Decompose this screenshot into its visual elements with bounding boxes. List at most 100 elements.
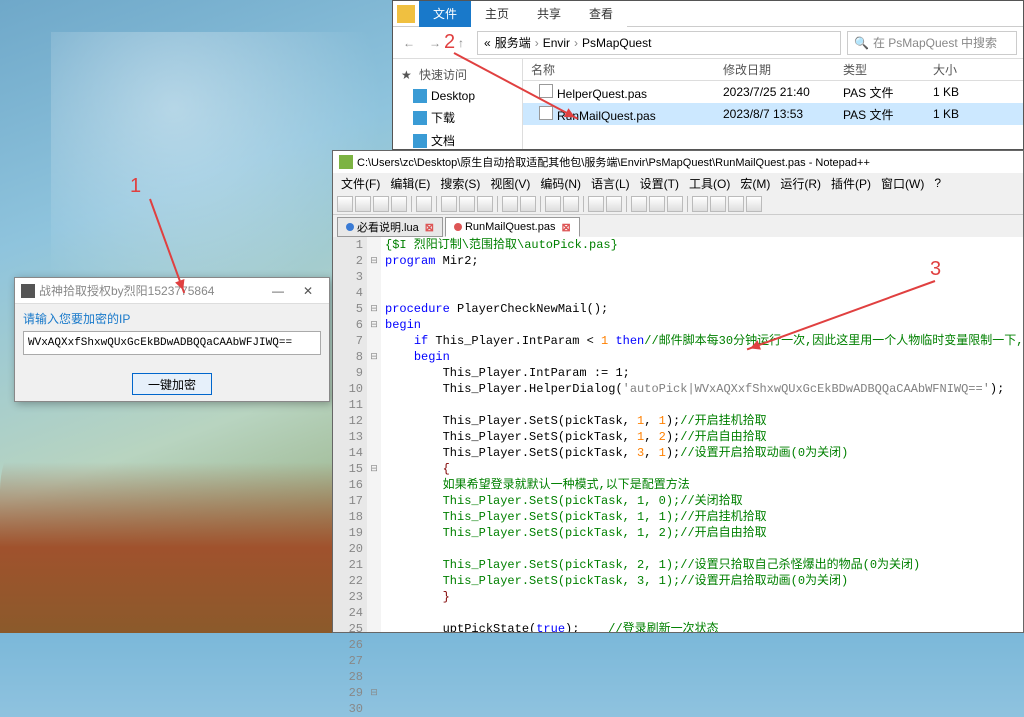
menu-file[interactable]: 文件(F) <box>337 175 384 192</box>
stop-icon[interactable] <box>728 196 744 212</box>
list-item[interactable]: RunMailQuest.pas 2023/8/7 13:53 PAS 文件 1… <box>523 103 1023 125</box>
ip-label: 请输入您要加密的IP <box>23 310 321 327</box>
sidebar-downloads[interactable]: 下载 <box>393 106 522 129</box>
annotation-3: 3 <box>930 258 941 281</box>
cut-icon[interactable] <box>441 196 457 212</box>
file-list: 名称 修改日期 类型 大小 HelperQuest.pas 2023/7/25 … <box>523 59 1023 149</box>
tab-runmailquest[interactable]: RunMailQuest.pas⊠ <box>445 217 580 237</box>
menu-encoding[interactable]: 编码(N) <box>536 175 585 192</box>
record-icon[interactable] <box>692 196 708 212</box>
open-icon[interactable] <box>355 196 371 212</box>
file-explorer-window: 文件 主页 共享 查看 ← → ↑ « 服务端 › Envir › PsMapQ… <box>392 0 1024 150</box>
bc-envir[interactable]: Envir <box>543 36 570 50</box>
list-item[interactable]: HelperQuest.pas 2023/7/25 21:40 PAS 文件 1… <box>523 81 1023 103</box>
menu-run[interactable]: 运行(R) <box>776 175 825 192</box>
menu-tools[interactable]: 工具(O) <box>685 175 734 192</box>
menu-settings[interactable]: 设置(T) <box>636 175 683 192</box>
sidebar-desktop[interactable]: Desktop <box>393 86 522 106</box>
col-size[interactable]: 大小 <box>933 61 1003 78</box>
indent-icon[interactable] <box>667 196 683 212</box>
close-button[interactable]: ✕ <box>293 284 323 298</box>
code-content[interactable]: {$I 烈阳订制\范围拾取\autoPick.pas}program Mir2;… <box>381 237 1023 632</box>
replace-icon[interactable] <box>563 196 579 212</box>
editor-tabs: 必看说明.lua⊠ RunMailQuest.pas⊠ <box>333 215 1023 237</box>
menu-edit[interactable]: 编辑(E) <box>386 175 434 192</box>
copy-icon[interactable] <box>459 196 475 212</box>
search-input[interactable]: 🔍 在 PsMapQuest 中搜索 <box>847 31 1017 55</box>
close-icon[interactable]: ⊠ <box>425 221 434 234</box>
col-date[interactable]: 修改日期 <box>723 61 843 78</box>
star-icon: ★ <box>401 68 415 82</box>
notepadpp-window: C:\Users\zc\Desktop\原生自动拾取适配其他包\服务端\Envi… <box>332 150 1024 633</box>
search-placeholder: 在 PsMapQuest 中搜索 <box>873 34 997 51</box>
ribbon-tabs: 文件 主页 共享 查看 <box>393 1 1023 27</box>
tab-home[interactable]: 主页 <box>471 1 523 27</box>
menu-view[interactable]: 视图(V) <box>486 175 534 192</box>
breadcrumb[interactable]: « 服务端 › Envir › PsMapQuest <box>477 31 841 55</box>
window-title: 战神拾取授权by烈阳1523775864 <box>39 282 263 299</box>
menu-help[interactable]: ? <box>930 176 945 190</box>
app-icon <box>21 284 35 298</box>
menu-macro[interactable]: 宏(M) <box>736 175 774 192</box>
document-icon <box>413 134 427 148</box>
line-numbers: 1234567891011121314151617181920212223242… <box>333 237 367 632</box>
toolbar <box>333 193 1023 215</box>
wordwrap-icon[interactable] <box>631 196 647 212</box>
tab-share[interactable]: 共享 <box>523 1 575 27</box>
annotation-2: 2 <box>444 31 455 54</box>
undo-icon[interactable] <box>502 196 518 212</box>
file-icon <box>539 84 553 98</box>
search-icon: 🔍 <box>854 36 869 50</box>
tab-lua[interactable]: 必看说明.lua⊠ <box>337 217 443 237</box>
playmulti-icon[interactable] <box>746 196 762 212</box>
new-icon[interactable] <box>337 196 353 212</box>
tab-file[interactable]: 文件 <box>419 1 471 27</box>
window-title: C:\Users\zc\Desktop\原生自动拾取适配其他包\服务端\Envi… <box>357 154 870 170</box>
menu-language[interactable]: 语言(L) <box>587 175 634 192</box>
bc-root[interactable]: 服务端 <box>495 34 531 51</box>
bc-psmapquest[interactable]: PsMapQuest <box>582 36 651 50</box>
allchars-icon[interactable] <box>649 196 665 212</box>
sidebar-documents[interactable]: 文档 <box>393 129 522 152</box>
bc-double-left-icon: « <box>484 36 491 50</box>
tab-view[interactable]: 查看 <box>575 1 627 27</box>
ip-input[interactable] <box>23 331 321 355</box>
code-editor[interactable]: 1234567891011121314151617181920212223242… <box>333 237 1023 632</box>
save-icon[interactable] <box>373 196 389 212</box>
notepadpp-icon <box>339 155 353 169</box>
encrypt-dialog: 战神拾取授权by烈阳1523775864 — ✕ 请输入您要加密的IP 一键加密 <box>14 277 330 402</box>
nav-pane: ★快速访问 Desktop 下载 文档 <box>393 59 523 149</box>
tab-status-icon <box>454 223 462 231</box>
print-icon[interactable] <box>416 196 432 212</box>
column-headers: 名称 修改日期 类型 大小 <box>523 59 1023 81</box>
find-icon[interactable] <box>545 196 561 212</box>
folder-icon <box>397 5 415 23</box>
address-bar-row: ← → ↑ « 服务端 › Envir › PsMapQuest 🔍 在 PsM… <box>393 27 1023 59</box>
titlebar: C:\Users\zc\Desktop\原生自动拾取适配其他包\服务端\Envi… <box>333 151 1023 173</box>
menu-plugins[interactable]: 插件(P) <box>827 175 875 192</box>
download-icon <box>413 111 427 125</box>
close-icon[interactable]: ⊠ <box>561 221 570 234</box>
zoom-out-icon[interactable] <box>606 196 622 212</box>
col-type[interactable]: 类型 <box>843 61 933 78</box>
menu-bar: 文件(F) 编辑(E) 搜索(S) 视图(V) 编码(N) 语言(L) 设置(T… <box>333 173 1023 193</box>
sidebar-quick-access[interactable]: ★快速访问 <box>393 63 522 86</box>
desktop-icon <box>413 89 427 103</box>
nav-forward-icon[interactable]: → <box>425 33 445 53</box>
menu-search[interactable]: 搜索(S) <box>436 175 484 192</box>
chevron-right-icon: › <box>535 36 539 50</box>
tab-status-icon <box>346 223 354 231</box>
play-icon[interactable] <box>710 196 726 212</box>
saveall-icon[interactable] <box>391 196 407 212</box>
fold-column[interactable]: ⊟⊟⊟⊟⊟⊟ <box>367 237 381 632</box>
encrypt-button[interactable]: 一键加密 <box>132 373 212 395</box>
minimize-button[interactable]: — <box>263 284 293 298</box>
annotation-1: 1 <box>130 175 141 198</box>
col-name[interactable]: 名称 <box>523 61 723 78</box>
zoom-in-icon[interactable] <box>588 196 604 212</box>
file-icon <box>539 106 553 120</box>
nav-back-icon[interactable]: ← <box>399 33 419 53</box>
paste-icon[interactable] <box>477 196 493 212</box>
redo-icon[interactable] <box>520 196 536 212</box>
menu-window[interactable]: 窗口(W) <box>877 175 928 192</box>
